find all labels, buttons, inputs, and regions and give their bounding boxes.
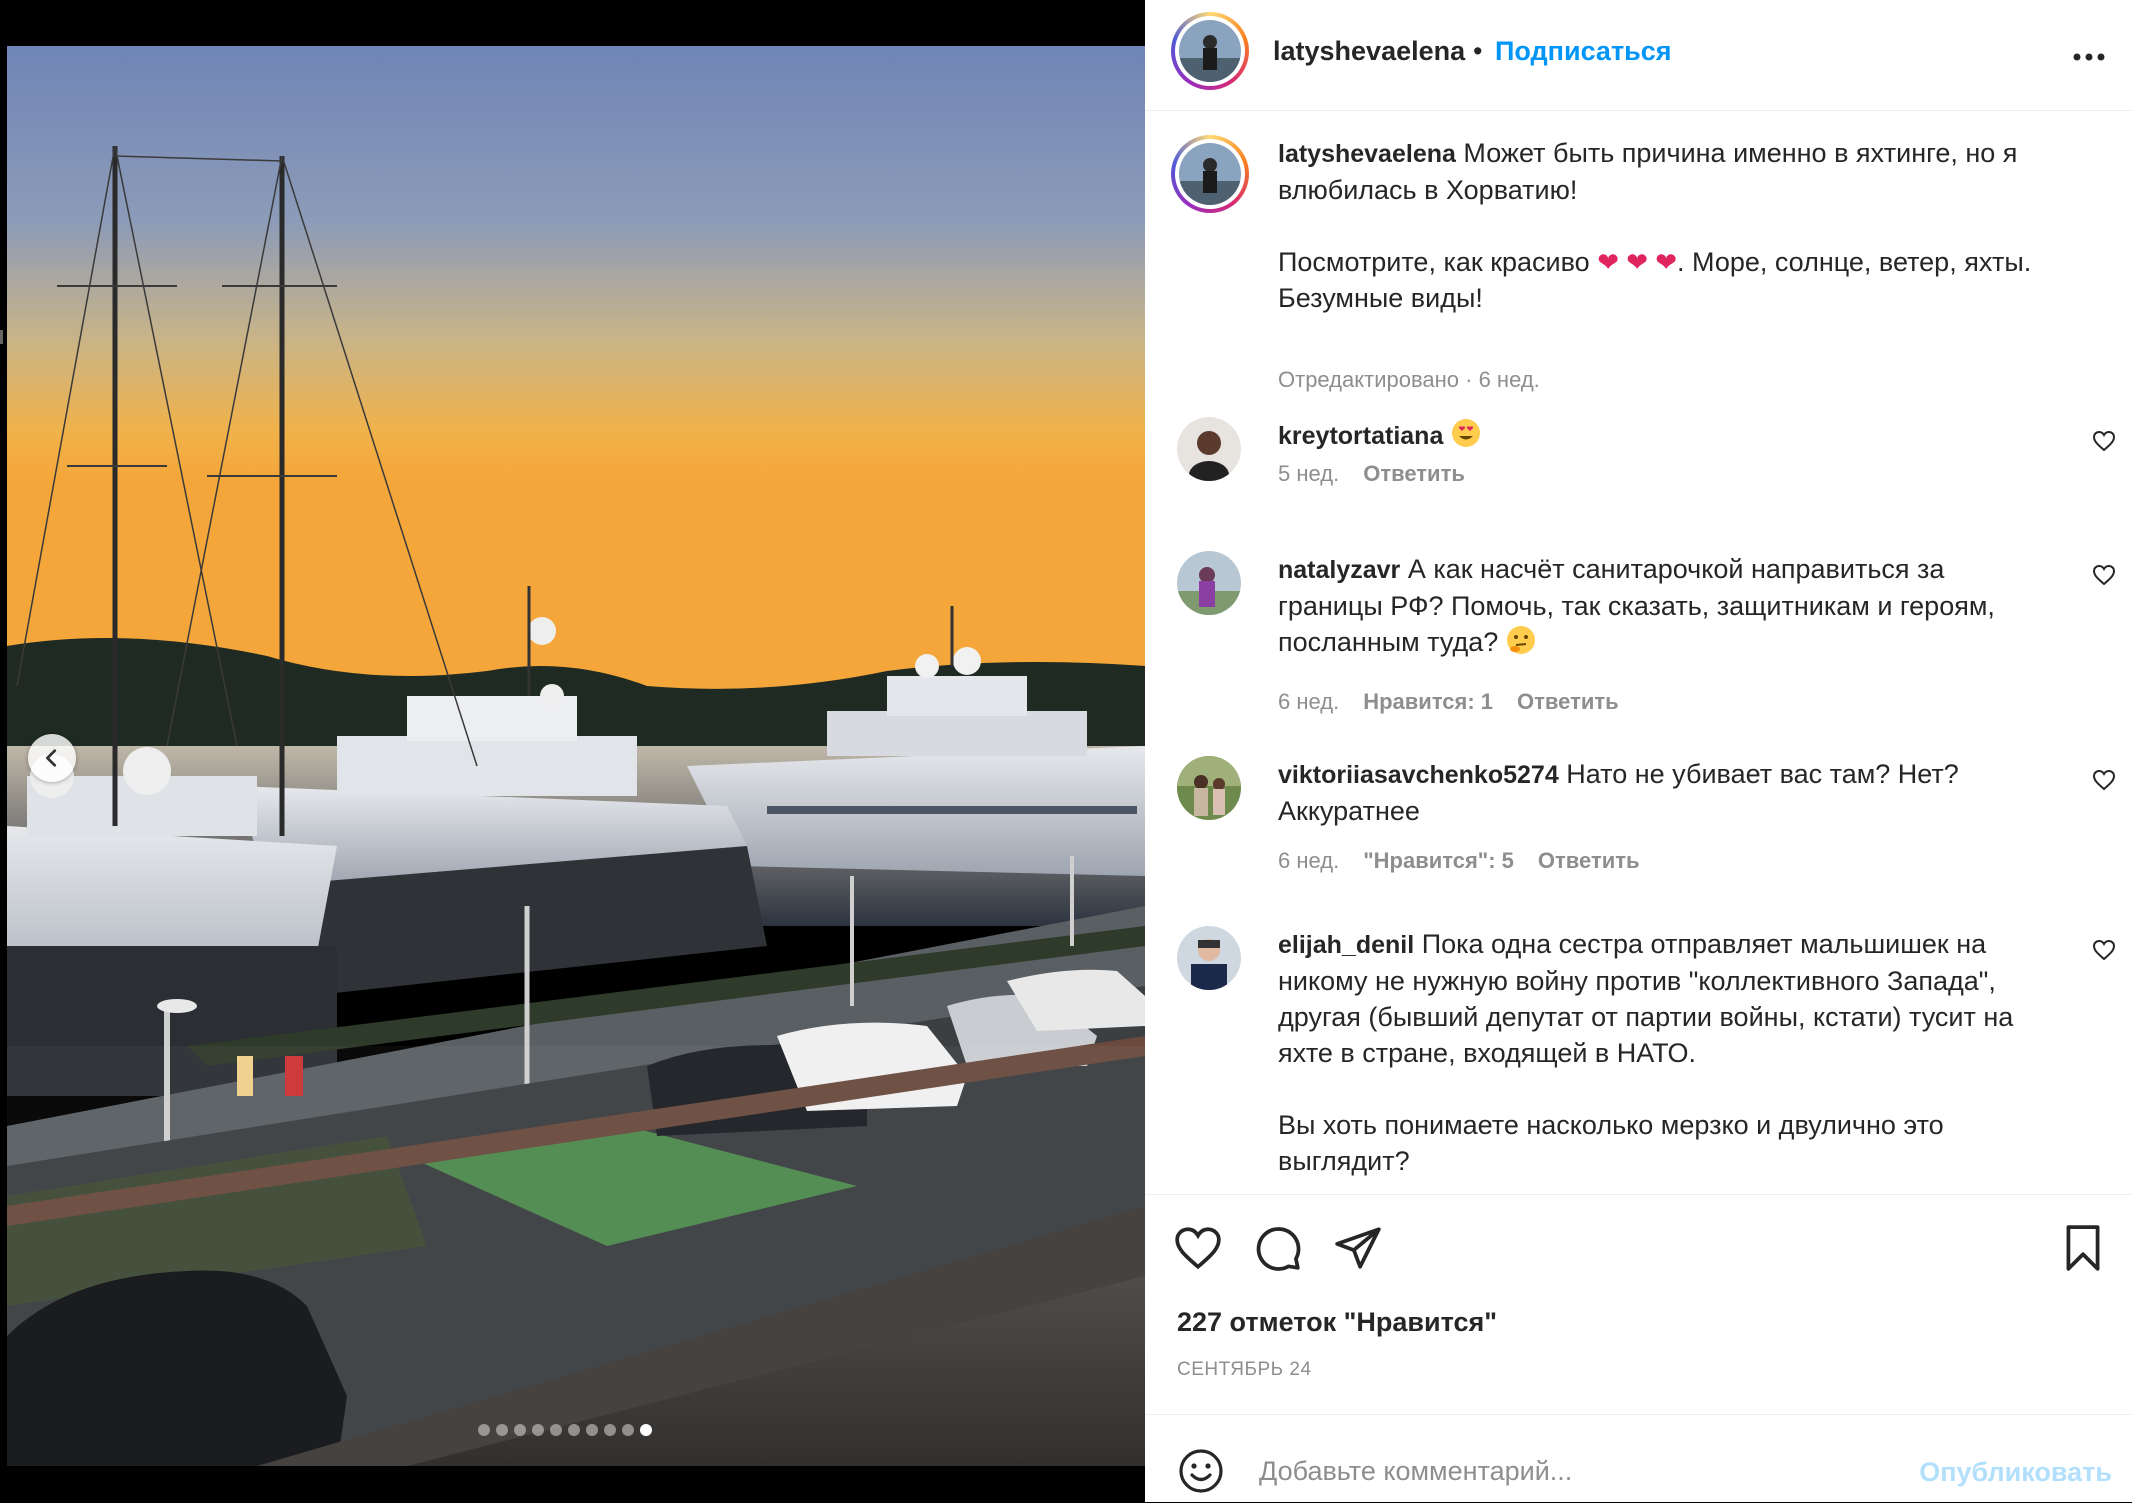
avatar	[1179, 20, 1241, 82]
comments-list[interactable]: latyshevaelena Может быть причина именно…	[1145, 111, 2132, 1196]
add-comment-bar: Опубликовать	[1145, 1414, 2132, 1503]
heart-emoji-icon: ❤ ❤ ❤	[1597, 247, 1678, 277]
window-edge-mark	[0, 330, 3, 344]
comment-text: kreytortatiana	[1278, 417, 2058, 457]
comment-bubble-icon[interactable]	[1253, 1223, 1303, 1273]
thinking-face-icon	[1506, 625, 1536, 664]
comment-text: elijah_denil Пока одна сестра отправляет…	[1278, 926, 2058, 1179]
comment-line: границы РФ? Помочь, так сказать, защитни…	[1278, 591, 1995, 621]
reply-button[interactable]: Ответить	[1363, 461, 1465, 487]
like-comment-heart-icon[interactable]	[2092, 938, 2116, 962]
post-details-panel: latyshevaelena • Подписаться latyshevael…	[1145, 0, 2132, 1502]
separator-dot: •	[1473, 36, 1483, 66]
smiling-face-heart-eyes-icon	[1451, 418, 1481, 457]
carousel-dot	[532, 1424, 544, 1436]
comment-username[interactable]: kreytortatiana	[1278, 422, 1443, 450]
carousel-dot	[604, 1424, 616, 1436]
comment-username[interactable]: natalyzavr	[1278, 556, 1400, 584]
like-comment-heart-icon[interactable]	[2092, 563, 2116, 587]
comment-line: Аккуратнее	[1278, 796, 1420, 826]
comment-meta: 6 нед. "Нравится": 5 Ответить	[1278, 848, 1640, 874]
avatar	[1179, 143, 1241, 205]
comment-input[interactable]	[1257, 1445, 1901, 1497]
caption-timestamp: Отредактировано · 6 нед.	[1278, 367, 1540, 392]
caption-line: влюбилась в Хорватию!	[1278, 175, 1578, 205]
avatar[interactable]	[1177, 756, 1241, 820]
reply-button[interactable]: Ответить	[1517, 689, 1619, 715]
likes-count[interactable]: 227 отметок "Нравится"	[1177, 1307, 1497, 1338]
caption-text: latyshevaelena Может быть причина именно…	[1278, 135, 2058, 316]
like-comment-heart-icon[interactable]	[2092, 768, 2116, 792]
comment-line: яхте в стране, входящей в НАТО.	[1278, 1038, 1696, 1068]
marina-sunset-image	[7, 46, 1145, 1466]
caption-story-ring[interactable]	[1171, 135, 1249, 213]
carousel-indicator	[478, 1424, 652, 1436]
comment-line: Нато не убивает вас там? Нет?	[1566, 759, 1959, 789]
comment-line: Пока одна сестра отправляет мальшишек на	[1421, 929, 1987, 959]
post-photo[interactable]	[7, 46, 1145, 1466]
comment-time: 6 нед.	[1278, 848, 1340, 873]
carousel-dot	[622, 1424, 634, 1436]
caption-line: Посмотрите, как красиво	[1278, 247, 1590, 277]
carousel-dot	[586, 1424, 598, 1436]
comment-line: А как насчёт санитарочкой направиться за	[1407, 554, 1945, 584]
post-media-pane	[0, 0, 1145, 1502]
chevron-left-icon	[46, 749, 57, 767]
comment-time: 5 нед.	[1278, 461, 1340, 486]
carousel-dot	[478, 1424, 490, 1436]
comment-time: 6 нед.	[1278, 689, 1340, 714]
comment-username[interactable]: viktoriiasavchenko5274	[1278, 761, 1559, 789]
post-header: latyshevaelena • Подписаться	[1145, 0, 2132, 111]
carousel-dot	[514, 1424, 526, 1436]
carousel-prev-button[interactable]	[28, 734, 76, 782]
post-actions: 227 отметок "Нравится" СЕНТЯБРЬ 24	[1145, 1194, 2132, 1415]
follow-button[interactable]: Подписаться	[1495, 36, 1672, 67]
comment-likes[interactable]: "Нравится": 5	[1363, 848, 1514, 874]
avatar[interactable]	[1177, 926, 1241, 990]
carousel-dot	[550, 1424, 562, 1436]
caption-username[interactable]: latyshevaelena	[1278, 140, 1456, 168]
comment-line: посланным туда?	[1278, 627, 1499, 657]
like-heart-icon[interactable]	[1173, 1223, 1223, 1273]
comment-line: другая (бывший депутат от партии войны, …	[1278, 1002, 2014, 1032]
more-options-icon[interactable]	[2072, 32, 2106, 71]
carousel-dot	[496, 1424, 508, 1436]
caption-line: Безумные виды!	[1278, 283, 1483, 313]
emoji-smile-icon[interactable]	[1177, 1447, 1225, 1495]
carousel-dot	[568, 1424, 580, 1436]
caption-line: Может быть причина именно в яхтинге, но …	[1463, 138, 2018, 168]
comment-meta: 6 нед. Нравится: 1 Ответить	[1278, 689, 1619, 715]
avatar[interactable]	[1177, 551, 1241, 615]
publish-button[interactable]: Опубликовать	[1919, 1457, 2112, 1488]
comment-username[interactable]: elijah_denil	[1278, 931, 1414, 959]
comment-text: viktoriiasavchenko5274 Нато не убивает в…	[1278, 756, 2058, 829]
comment-line: никому не нужную войну против "коллектив…	[1278, 966, 1996, 996]
like-comment-heart-icon[interactable]	[2092, 429, 2116, 453]
share-paper-plane-icon[interactable]	[1333, 1223, 1383, 1273]
avatar[interactable]	[1177, 417, 1241, 481]
comment-meta: 5 нед. Ответить	[1278, 461, 1465, 487]
comment-likes[interactable]: Нравится: 1	[1363, 689, 1493, 715]
reply-button[interactable]: Ответить	[1538, 848, 1640, 874]
comment-line: Вы хоть понимаете насколько мерзко и дву…	[1278, 1110, 1944, 1140]
comment-line: выглядит?	[1278, 1146, 1410, 1176]
carousel-dot	[640, 1424, 652, 1436]
save-bookmark-icon[interactable]	[2058, 1223, 2108, 1273]
story-ring[interactable]	[1171, 12, 1249, 90]
post-date[interactable]: СЕНТЯБРЬ 24	[1177, 1359, 1312, 1381]
comment-text: natalyzavr А как насчёт санитарочкой нап…	[1278, 551, 2058, 664]
caption-line: . Море, солнце, ветер, яхты.	[1677, 247, 2032, 277]
author-username[interactable]: latyshevaelena	[1273, 36, 1465, 67]
